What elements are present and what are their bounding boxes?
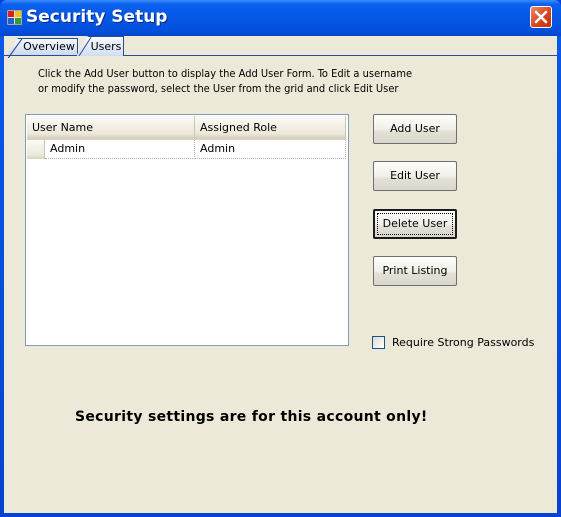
delete-user-button[interactable]: Delete User (373, 209, 457, 239)
table-row[interactable]: Admin Admin (27, 140, 347, 159)
instructions-line-2: or modify the password, select the User … (38, 82, 399, 95)
window-title: Security Setup (26, 7, 168, 27)
tab-users[interactable]: Users (76, 36, 124, 56)
account-notice: Security settings are for this account o… (75, 409, 428, 425)
focus-ring (377, 213, 453, 235)
tab-strip: Overview Users (4, 36, 557, 58)
grid-header: User Name Assigned Role (27, 116, 347, 140)
security-setup-window: Security Setup Overview Users Click the (0, 0, 561, 517)
edit-user-button[interactable]: Edit User (373, 161, 457, 191)
tab-users-label: Users (90, 40, 122, 53)
row-selector[interactable] (27, 140, 45, 159)
require-strong-passwords-checkbox[interactable] (372, 336, 385, 349)
instructions-line-1: Click the Add User button to display the… (38, 67, 413, 80)
print-listing-button[interactable]: Print Listing (373, 256, 457, 286)
close-button[interactable] (530, 6, 552, 28)
tab-overview-label: Overview (23, 40, 75, 53)
column-header-assigned-role[interactable]: Assigned Role (195, 116, 346, 140)
tab-overview[interactable]: Overview (6, 38, 78, 56)
close-icon (534, 10, 548, 24)
cell-user-name[interactable]: Admin (45, 140, 195, 159)
users-tab-panel: Click the Add User button to display the… (4, 55, 557, 513)
column-header-user-name[interactable]: User Name (27, 116, 195, 140)
require-strong-passwords-label: Require Strong Passwords (392, 336, 535, 349)
title-bar[interactable]: Security Setup (0, 0, 561, 36)
app-window-icon (6, 9, 23, 26)
dialog-client-area: Overview Users Click the Add User button… (4, 36, 557, 513)
add-user-button[interactable]: Add User (373, 114, 457, 144)
users-grid[interactable]: User Name Assigned Role Admin Admin (25, 114, 349, 346)
cell-assigned-role[interactable]: Admin (195, 140, 346, 159)
instructions-text: Click the Add User button to display the… (38, 66, 458, 96)
